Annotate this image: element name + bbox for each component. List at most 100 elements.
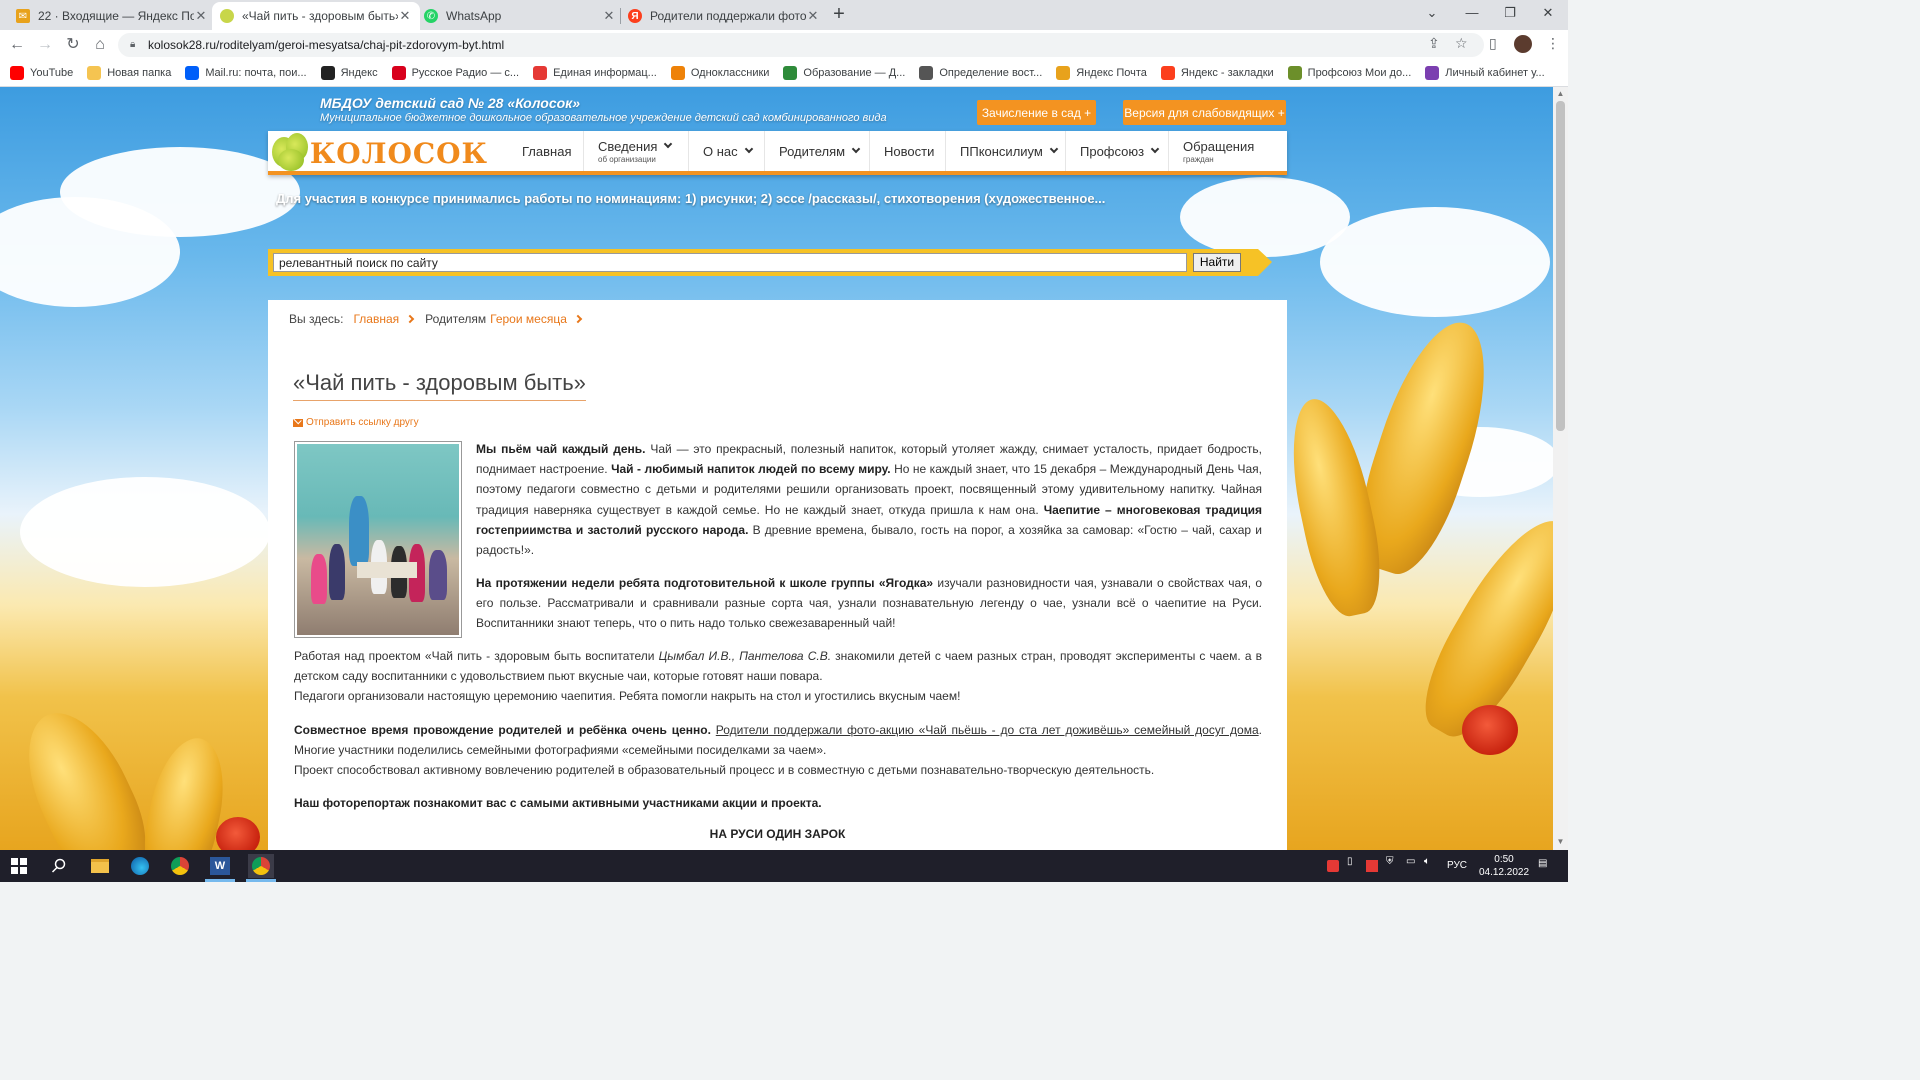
clock-date: 04.12.2022: [1478, 867, 1530, 878]
tab-yandex-mail[interactable]: ✉ 22 · Входящие — Яндекс Почта ✕: [8, 2, 216, 30]
menu-item-ppk[interactable]: ППконсилиум: [945, 131, 1059, 171]
scroll-thumb[interactable]: [1556, 101, 1565, 431]
windows-start-icon[interactable]: [6, 854, 32, 878]
share-icon[interactable]: ⇪: [1428, 35, 1440, 52]
notifications-icon[interactable]: ▤: [1538, 858, 1547, 869]
menu-item-info[interactable]: Сведения об организации: [583, 131, 673, 171]
enroll-button[interactable]: Зачисление в сад +: [977, 100, 1096, 125]
menu-item-news[interactable]: Новости: [869, 131, 934, 171]
home-icon[interactable]: ⌂: [89, 34, 111, 56]
site-search: Найти: [268, 249, 1272, 276]
forward-icon[interactable]: →: [34, 34, 56, 56]
tab-kolosok[interactable]: «Чай пить - здоровым быть» ✕: [212, 2, 420, 30]
site-logo[interactable]: КОЛОСОК: [268, 131, 488, 175]
tab-search-icon[interactable]: ⌄: [1412, 0, 1452, 28]
back-icon[interactable]: ←: [6, 34, 28, 56]
menu-item-union[interactable]: Профсоюз: [1065, 131, 1160, 171]
search-icon[interactable]: [46, 854, 72, 878]
cloud-decoration: [20, 477, 270, 587]
scroll-up-icon[interactable]: ▲: [1556, 89, 1565, 98]
menu-item-parents[interactable]: Родителям: [764, 131, 861, 171]
menu-label: Родителям: [779, 143, 846, 159]
bookmark-item[interactable]: Одноклассники: [670, 66, 769, 80]
breadcrumb-home[interactable]: Главная: [353, 312, 399, 326]
page-scrollbar[interactable]: ▲ ▼: [1553, 87, 1568, 850]
cloud-decoration: [1180, 177, 1350, 257]
bookmark-item[interactable]: Яндекс: [320, 66, 378, 80]
chevron-down-icon: [851, 144, 861, 154]
tray-shield-icon[interactable]: ⛨: [1386, 856, 1394, 867]
send-link[interactable]: Отправить ссылку другу: [293, 417, 419, 428]
yandex-icon: Я: [628, 9, 642, 23]
bookmark-item[interactable]: Яндекс Почта: [1056, 66, 1147, 80]
side-panel-icon[interactable]: ▯: [1489, 35, 1497, 52]
menu-kebab-icon[interactable]: ⋮: [1546, 35, 1560, 52]
text-bold: Мы пьём чай каждый день.: [476, 442, 646, 456]
file-explorer-icon[interactable]: [87, 854, 113, 878]
maximize-icon[interactable]: ❐: [1490, 0, 1530, 28]
bookmark-label: Единая информац...: [553, 67, 657, 79]
bookmark-star-icon[interactable]: ☆: [1455, 35, 1468, 52]
text-italic: Цымбал И.В., Пантелова С.В.: [658, 649, 832, 663]
close-icon[interactable]: ✕: [602, 8, 616, 24]
search-input[interactable]: [273, 253, 1187, 272]
article-paragraph-5: Наш фоторепортаж познакомит вас с самыми…: [294, 793, 1262, 813]
chrome-active-icon[interactable]: [248, 854, 274, 878]
tab-whatsapp[interactable]: ✆ WhatsApp ✕: [416, 2, 624, 30]
address-bar[interactable]: 🔒︎ kolosok28.ru/roditelyam/geroi-mesyats…: [118, 33, 1484, 57]
network-icon[interactable]: ▭: [1406, 856, 1415, 867]
volume-icon[interactable]: 🔈︎: [1424, 856, 1430, 867]
globe-icon: [919, 66, 934, 80]
bookmark-item[interactable]: YouTube: [10, 66, 73, 80]
bookmark-item[interactable]: Яндекс - закладки: [1160, 66, 1274, 80]
menu-item-appeals[interactable]: Обращения граждан: [1168, 131, 1254, 171]
envelope-icon: [293, 418, 303, 427]
system-clock[interactable]: 0:50 04.12.2022: [1478, 853, 1530, 879]
bookmark-item[interactable]: Определение вост...: [919, 66, 1042, 80]
close-icon[interactable]: ✕: [194, 8, 208, 24]
window-close-icon[interactable]: ✕: [1528, 0, 1568, 28]
minimize-icon[interactable]: —: [1452, 0, 1492, 28]
bookmark-item[interactable]: Образование — Д...: [783, 66, 905, 80]
photo-action-link[interactable]: Родители поддержали фото-акцию «Чай пьёш…: [716, 723, 1259, 737]
main-menu: КОЛОСОК Главная Сведения об организации …: [268, 131, 1287, 175]
search-button[interactable]: Найти: [1193, 253, 1241, 272]
menu-item-home[interactable]: Главная: [508, 131, 571, 171]
tray-app-icon[interactable]: [1366, 860, 1378, 872]
scroll-down-icon[interactable]: ▼: [1556, 837, 1565, 846]
chrome-icon[interactable]: [167, 854, 193, 878]
tray-red-icon[interactable]: [1327, 860, 1339, 872]
bookmark-item[interactable]: Профсоюз Мои до...: [1287, 66, 1411, 80]
menu-item-about[interactable]: О нас: [688, 131, 753, 171]
breadcrumb-current[interactable]: Герои месяца: [490, 312, 567, 326]
bookmark-item[interactable]: Личный кабинет у...: [1425, 66, 1545, 80]
bookmark-item[interactable]: Mail.ru: почта, пои...: [185, 66, 307, 80]
chevron-down-icon: [1049, 144, 1059, 154]
tab-title: WhatsApp: [446, 9, 502, 23]
bookmark-item[interactable]: Русское Радио — с...: [391, 66, 519, 80]
new-tab-button[interactable]: +: [828, 4, 850, 26]
tab-yandex-search[interactable]: Я Родители поддержали фото-акц ✕: [620, 2, 828, 30]
word-icon[interactable]: W: [207, 854, 233, 878]
wheat-decoration: [6, 696, 164, 850]
profile-avatar[interactable]: [1514, 35, 1532, 53]
close-icon[interactable]: ✕: [398, 8, 412, 24]
language-indicator[interactable]: РУС: [1447, 860, 1467, 871]
folder-icon: [87, 66, 102, 80]
low-vision-button[interactable]: Версия для слабовидящих +: [1123, 100, 1286, 125]
close-icon[interactable]: ✕: [806, 8, 820, 24]
reload-icon[interactable]: ↻: [62, 34, 84, 56]
menu-label: О нас: [703, 143, 738, 159]
bookmark-item[interactable]: Единая информац...: [533, 66, 657, 80]
chevron-right-icon: [573, 314, 583, 324]
menu-sublabel: граждан: [1183, 154, 1214, 164]
bookmark-label: Яндекс Почта: [1076, 67, 1147, 79]
bookmark-label: Mail.ru: почта, пои...: [205, 67, 307, 79]
site-full-name: Муниципальное бюджетное дошкольное образ…: [320, 112, 887, 124]
tray-phone-icon[interactable]: ▯: [1347, 856, 1353, 867]
article-paragraph-4: Совместное время провождение родителей и…: [294, 720, 1262, 781]
bookmark-item[interactable]: Новая папка: [87, 66, 171, 80]
article-photo[interactable]: [294, 441, 462, 638]
edge-icon[interactable]: [127, 854, 153, 878]
news-ticker[interactable]: Для участия в конкурсе принимались работ…: [276, 191, 1105, 206]
